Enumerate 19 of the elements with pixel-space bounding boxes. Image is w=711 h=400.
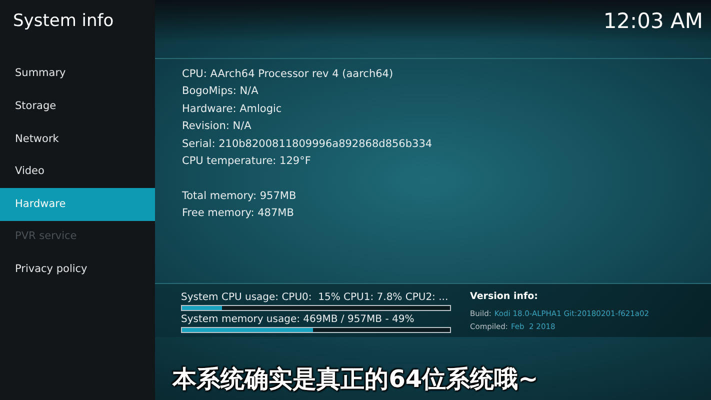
- info-line: Revision: N/A: [182, 119, 252, 134]
- info-line: Serial: 210b8200811809996a892868d856b334: [182, 136, 434, 152]
- info-line: Free memory: 487MB: [182, 206, 295, 222]
- info-line: CPU temperature: 129°F: [182, 154, 312, 169]
- sidebar-item[interactable]: Network: [0, 123, 155, 156]
- info-line: Hardware: Amlogic: [182, 102, 283, 117]
- info-line: CPU: AArch64 Processor rev 4 (aarch64): [182, 67, 394, 82]
- version-title: Version info:: [470, 290, 539, 304]
- sidebar-item[interactable]: Summary: [0, 58, 155, 91]
- info-line: BogoMips: N/A: [182, 84, 260, 100]
- window-title: System info: [12, 10, 115, 33]
- video-subtitle: 本系统确实是真正的64位系统哦~: [172, 364, 538, 394]
- usage-label: System CPU usage: CPU0: 15% CPU1: 7.8% CPU2: ...: [181, 290, 450, 305]
- info-line: Total memory: 957MB: [182, 188, 298, 204]
- sidebar-item[interactable]: Video: [0, 156, 155, 188]
- sidebar-item[interactable]: Privacy policy: [0, 254, 155, 286]
- clock: 12:03 AM: [603, 8, 703, 35]
- sidebar-item[interactable]: Storage: [0, 90, 155, 124]
- usage-label: System memory usage: 469MB / 957MB - 49%: [181, 312, 416, 327]
